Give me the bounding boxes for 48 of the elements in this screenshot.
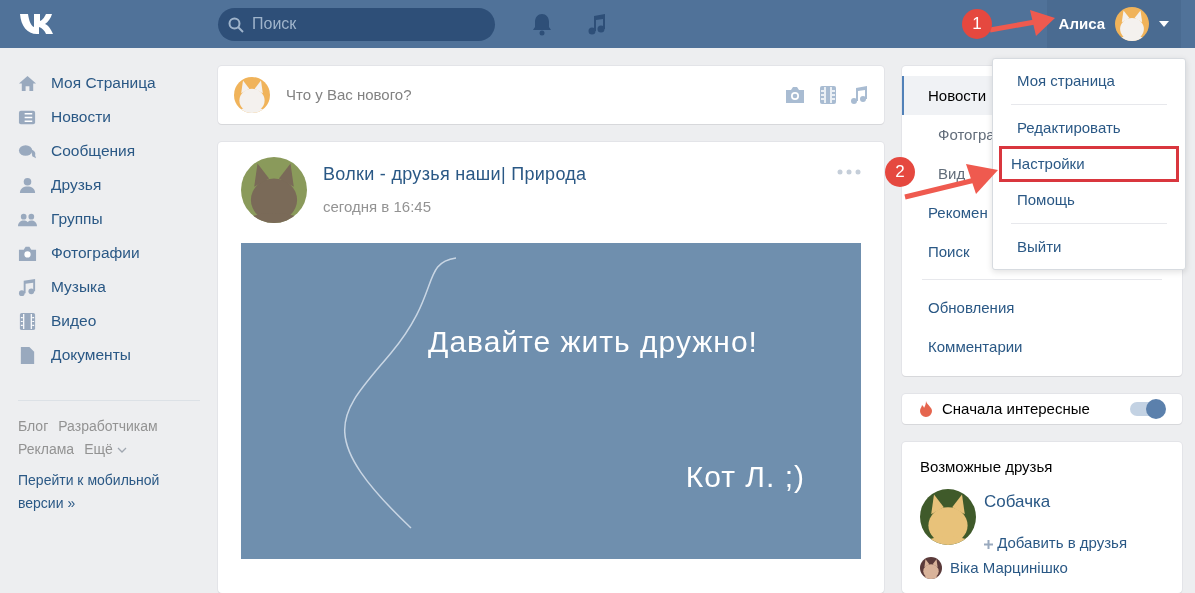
add-friend-link[interactable]: Добавить в друзья [984, 532, 1127, 555]
dropdown-item[interactable]: Редактировать [999, 110, 1179, 146]
step-badge: 2 [885, 157, 915, 187]
bell-icon[interactable] [531, 12, 553, 36]
sidebar-item[interactable]: Моя Страница [18, 66, 200, 100]
caret-icon [1159, 21, 1169, 27]
film-icon [18, 311, 37, 331]
sidebar-item[interactable]: Сообщения [18, 134, 200, 168]
post-composer[interactable]: Что у Вас нового? [218, 66, 884, 124]
mobile-version-link[interactable]: Перейти к мобильной версии » [18, 469, 200, 515]
music-icon[interactable] [850, 85, 868, 105]
toggle-switch[interactable] [1130, 402, 1164, 416]
news-menu-item[interactable]: Комментарии [902, 327, 1182, 366]
sidebar-item[interactable]: Группы [18, 202, 200, 236]
post-time: сегодня в 16:45 [323, 197, 432, 218]
search-field[interactable]: Поиск [218, 7, 495, 41]
sidebar-item[interactable]: Друзья [18, 168, 200, 202]
sidebar-item[interactable]: Видео [18, 304, 200, 338]
sidebar-item[interactable]: Музыка [18, 270, 200, 304]
music-icon [18, 277, 37, 297]
user-name: Алиса [1058, 13, 1105, 34]
dropdown-item[interactable]: Моя страница [999, 63, 1179, 99]
more-icon[interactable] [837, 169, 861, 175]
annotation-arrow [989, 10, 1055, 36]
person-icon [18, 175, 37, 195]
dropdown-item[interactable]: Выйти [999, 229, 1179, 265]
chevron-down-icon [116, 447, 127, 454]
music-icon[interactable] [587, 12, 607, 36]
sidebar-item[interactable]: Новости [18, 100, 200, 134]
home-icon [18, 73, 37, 93]
image-caption: Давайте жить дружно! [428, 324, 758, 360]
plus-icon [984, 539, 993, 549]
profile-menu-button[interactable]: Алиса [1046, 0, 1181, 48]
image-caption: Кот Л. ;) [685, 459, 805, 495]
dropdown-item[interactable]: Настройки [999, 146, 1179, 182]
friend-name-link[interactable]: Віка Марцинішко [950, 556, 1068, 579]
sidebar-item[interactable]: Документы [18, 338, 200, 372]
feed-option-label: Сначала интересные [942, 398, 1090, 419]
sidebar-item[interactable]: Фотографии [18, 236, 200, 270]
dropdown-item[interactable]: Помощь [999, 182, 1179, 218]
news-menu-item[interactable]: Обновления [902, 288, 1182, 327]
document-icon [18, 345, 37, 365]
friends-title: Возможные друзья [920, 457, 1054, 477]
friend-name-link[interactable]: Собачка [984, 488, 1127, 514]
camera-icon[interactable] [784, 86, 806, 104]
post-author-link[interactable]: Волки - друзья наши| Природа [323, 164, 587, 185]
film-icon[interactable] [820, 86, 836, 104]
fire-icon [920, 401, 932, 417]
